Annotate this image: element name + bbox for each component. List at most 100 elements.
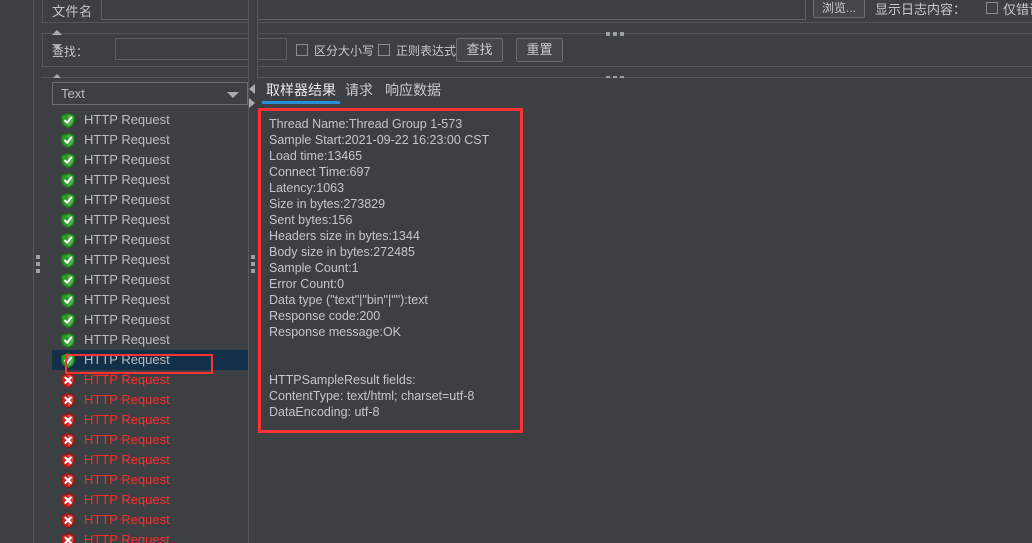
show-log-label: 显示日志内容：	[875, 2, 967, 17]
browse-button[interactable]: 浏览...	[813, 0, 865, 18]
tree-row[interactable]: HTTP Request	[41, 130, 248, 150]
result-line: DataEncoding: utf-8	[269, 405, 380, 419]
tree-row[interactable]: HTTP Request	[41, 290, 248, 310]
tree-row-label: HTTP Request	[84, 312, 170, 327]
tree-row-label: HTTP Request	[84, 372, 170, 387]
result-line: Body size in bytes:272485	[269, 245, 415, 259]
tree-row-label: HTTP Request	[84, 172, 170, 187]
tree-row[interactable]: HTTP Request	[41, 150, 248, 170]
tree-row[interactable]: HTTP Request	[41, 430, 248, 450]
tab-request[interactable]: 请求	[341, 80, 377, 104]
tree-row-label: HTTP Request	[84, 192, 170, 207]
tree-row-label: HTTP Request	[84, 532, 170, 543]
tree-row[interactable]: HTTP Request	[41, 210, 248, 230]
tree-row-label: HTTP Request	[84, 252, 170, 267]
tree-row-label: HTTP Request	[84, 512, 170, 527]
tree-row[interactable]: HTTP Request	[41, 390, 248, 410]
results-tree-panel: Text HTTP Request HTTP Request HTTP Reques…	[41, 78, 248, 543]
divider-mid-collapse-arrows[interactable]	[52, 68, 82, 93]
tree-row[interactable]: HTTP Request	[41, 170, 248, 190]
splitter-grip-icon	[36, 255, 40, 276]
tree-row[interactable]: HTTP Request	[41, 230, 248, 250]
tree-row-label: HTTP Request	[84, 232, 170, 247]
tab-sampler-result[interactable]: 取样器结果	[262, 80, 340, 104]
divider-top-collapse-arrows[interactable]	[52, 24, 82, 49]
sampler-result-text[interactable]: Thread Name:Thread Group 1-573 Sample Sta…	[258, 108, 523, 433]
tree-row-label: HTTP Request	[84, 292, 170, 307]
result-line	[269, 356, 520, 372]
result-line: Response code:200	[269, 309, 381, 323]
view-mode-value: Text	[61, 86, 85, 101]
result-line: HTTPSampleResult fields:	[269, 373, 416, 387]
chevron-left-icon[interactable]	[249, 84, 255, 94]
tree-row-label: HTTP Request	[84, 412, 170, 427]
case-sensitive-label: 区分大小写	[314, 44, 375, 58]
regex-label: 正则表达式	[396, 44, 457, 58]
divider-grip-icon	[606, 25, 630, 36]
chevron-down-icon[interactable]	[227, 92, 239, 98]
tree-row[interactable]: HTTP Request	[41, 470, 248, 490]
splitter-grip-icon	[251, 255, 255, 276]
divider-grip-icon	[606, 69, 630, 80]
error-only-label: 仅错误日志	[1003, 2, 1032, 17]
tree-row-label: HTTP Request	[84, 392, 170, 407]
tab-scroll-arrows[interactable]	[249, 82, 256, 112]
filename-label: 文件名	[52, 4, 93, 19]
tree-row[interactable]: HTTP Request	[41, 490, 248, 510]
result-line: Size in bytes:273829	[269, 197, 386, 211]
tree-row[interactable]: HTTP Request	[41, 530, 248, 543]
tree-row-label: HTTP Request	[84, 352, 170, 367]
case-sensitive-checkbox[interactable]	[296, 44, 308, 56]
find-button[interactable]: 查找	[456, 38, 503, 62]
tree-row[interactable]: HTTP Request	[41, 330, 248, 350]
tree-row[interactable]: HTTP Request	[41, 270, 248, 290]
results-tree-list[interactable]: HTTP Request HTTP Request HTTP Request HTTP…	[41, 110, 248, 543]
result-line: Sample Count:1	[269, 261, 359, 275]
result-line: Latency:1063	[269, 181, 345, 195]
tree-row-selected[interactable]: HTTP Request	[41, 350, 248, 370]
filename-row: 文件名 浏览... 显示日志内容： 仅错误日志	[41, 0, 1032, 22]
result-line: Data type ("text"|"bin"|""):text	[269, 293, 428, 307]
result-line: Sample Start:2021-09-22 16:23:00 CST	[269, 133, 490, 147]
tree-row[interactable]: HTTP Request	[41, 310, 248, 330]
tree-row[interactable]: HTTP Request	[41, 410, 248, 430]
tree-row-label: HTTP Request	[84, 212, 170, 227]
result-line: ContentType: text/html; charset=utf-8	[269, 389, 475, 403]
tree-row[interactable]: HTTP Request	[41, 190, 248, 210]
result-line: Response message:OK	[269, 325, 402, 339]
result-line: Connect Time:697	[269, 165, 371, 179]
reset-button[interactable]: 重置	[516, 38, 563, 62]
tree-row-label: HTTP Request	[84, 332, 170, 347]
divider-top[interactable]	[41, 22, 1032, 49]
result-line: Thread Name:Thread Group 1-573	[269, 117, 463, 131]
tree-row[interactable]: HTTP Request	[41, 370, 248, 390]
tree-row[interactable]: HTTP Request	[41, 250, 248, 270]
tree-row[interactable]: HTTP Request	[41, 450, 248, 470]
error-only-checkbox[interactable]	[986, 2, 998, 14]
tree-row-label: HTTP Request	[84, 152, 170, 167]
left-gutter	[0, 0, 34, 543]
tree-row-label: HTTP Request	[84, 132, 170, 147]
filename-input[interactable]	[101, 0, 806, 20]
find-label: 查找：	[52, 45, 89, 59]
find-input[interactable]	[115, 38, 287, 60]
result-line: Headers size in bytes:1344	[269, 229, 420, 243]
tree-row-label: HTTP Request	[84, 492, 170, 507]
regex-checkbox[interactable]	[378, 44, 390, 56]
tree-row-label: HTTP Request	[84, 472, 170, 487]
search-row: 查找： 区分大小写 正则表达式 查找 重置	[41, 34, 1032, 66]
tree-row[interactable]: HTTP Request	[41, 510, 248, 530]
sampler-result-panel: 取样器结果 请求 响应数据 Thread Name:Thread Group 1-5…	[256, 78, 1032, 543]
chevron-right-icon[interactable]	[249, 98, 255, 108]
divider-mid[interactable]	[41, 66, 1032, 93]
tree-row-label: HTTP Request	[84, 112, 170, 127]
tree-row[interactable]: HTTP Request	[41, 110, 248, 130]
result-tabs[interactable]: 取样器结果 请求 响应数据	[256, 78, 1032, 104]
result-line: Error Count:0	[269, 277, 345, 291]
tree-row-label: HTTP Request	[84, 452, 170, 467]
tree-row-label: HTTP Request	[84, 272, 170, 287]
jmeter-view-results-tree: 文件名 浏览... 显示日志内容： 仅错误日志 查找： 区分大小写 正则表达式 …	[0, 0, 1032, 543]
result-line	[269, 340, 520, 356]
tab-response-data[interactable]: 响应数据	[381, 80, 445, 104]
view-mode-dropdown[interactable]: Text	[52, 82, 248, 105]
